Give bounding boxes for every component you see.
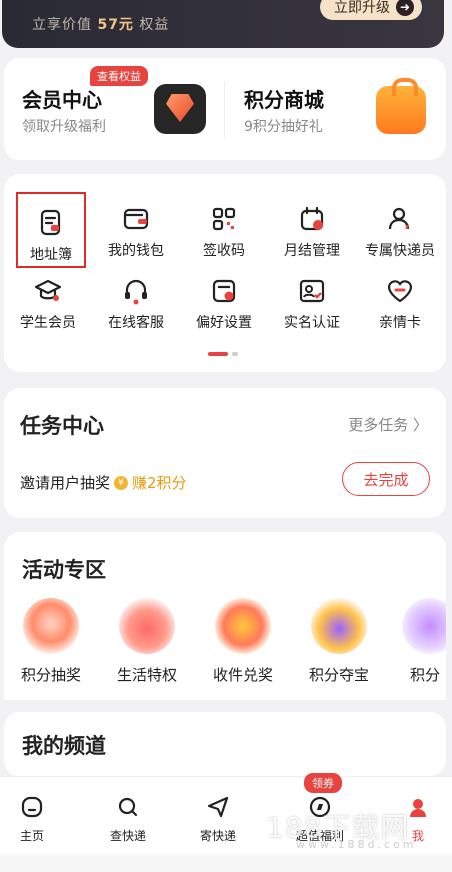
service-label: 实名认证 [284, 315, 340, 331]
treasure-chest-icon [311, 598, 367, 654]
task-item-label: 邀请用户抽奖 [20, 474, 111, 492]
tab-home[interactable]: 主页 [0, 795, 72, 844]
graduation-cap-icon [33, 276, 63, 306]
upgrade-button[interactable]: 立即升级 ➜ [320, 0, 422, 20]
tab-label: 查快递 [109, 829, 146, 843]
my-channel-card: 我的频道 [4, 712, 446, 776]
arrow-right-icon: ➜ [396, 0, 414, 16]
service-real-name-auth[interactable]: 实名认证 [268, 262, 356, 331]
tab-label: 主页 [19, 829, 44, 843]
home-icon [20, 795, 44, 819]
calendar-icon [297, 204, 327, 234]
chevron-right-icon: 〉 [412, 416, 428, 434]
member-center-entry[interactable]: 查看权益 会员中心 领取升级福利 [4, 58, 224, 160]
service-online-support[interactable]: 在线客服 [92, 262, 180, 331]
points-mall-desc: 9积分抽好礼 [244, 119, 323, 135]
coin-icon: ¥ [114, 475, 129, 490]
service-label: 在线客服 [108, 315, 164, 331]
diamond-icon [154, 84, 206, 134]
banner-subtitle: 立享价值 57元 权益 [32, 14, 169, 34]
more-tasks-link[interactable]: 更多任务 〉 [348, 414, 428, 435]
alarm-clock-icon [402, 598, 446, 654]
service-dedicated-courier[interactable]: 专属快递员 [356, 190, 444, 259]
service-label: 亲情卡 [379, 315, 421, 331]
member-points-card: 查看权益 会员中心 领取升级福利 积分商城 9积分抽好礼 [4, 58, 446, 160]
tab-label: 寄快递 [199, 829, 236, 843]
preference-icon [209, 276, 239, 306]
shopping-bag-icon [376, 78, 426, 134]
services-grid: 地址簿 我的钱包 签收码 月结管理 专属快递员 学生会员 在线客服 偏好设置 实… [4, 174, 446, 372]
service-label: 月结管理 [284, 243, 340, 259]
task-reward: 赚2积分 [132, 474, 187, 492]
points-mall-title: 积分商城 [244, 88, 324, 112]
activity-zone-title: 活动专区 [22, 558, 106, 582]
wallet-icon [121, 204, 151, 234]
service-monthly-billing[interactable]: 月结管理 [268, 190, 356, 259]
profile-icon [406, 795, 430, 819]
coupon-badge[interactable]: 领券 [304, 773, 342, 793]
task-center-title: 任务中心 [20, 414, 104, 438]
activity-points-more[interactable]: 积分 [390, 598, 446, 685]
activity-points-lottery[interactable]: 积分抽奖 [6, 598, 96, 685]
address-book-icon [36, 208, 66, 238]
service-family-card[interactable]: 亲情卡 [356, 262, 444, 331]
lottery-wheel-icon [23, 598, 79, 654]
service-preferences[interactable]: 偏好设置 [180, 262, 268, 331]
activity-life-privilege[interactable]: 生活特权 [102, 598, 192, 685]
gift-box-icon [119, 598, 175, 654]
member-upgrade-banner[interactable]: 立享价值 57元 权益 立即升级 ➜ [2, 0, 444, 48]
page-indicator [208, 352, 238, 356]
service-label: 专属快递员 [365, 243, 435, 259]
service-label: 学生会员 [20, 315, 76, 331]
service-label: 偏好设置 [196, 315, 252, 331]
upgrade-button-label: 立即升级 [334, 0, 390, 16]
task-center-card: 任务中心 更多任务 〉 邀请用户抽奖 ¥ 赚2积分 去完成 [4, 388, 446, 518]
activity-receive-reward[interactable]: 收件兑奖 [198, 598, 288, 685]
points-mall-entry[interactable]: 积分商城 9积分抽好礼 [226, 58, 446, 160]
watermark-url: www.188d.com [296, 838, 417, 851]
divider [224, 82, 225, 138]
service-label: 地址簿 [30, 247, 72, 263]
paper-plane-icon [206, 795, 230, 819]
id-card-icon [297, 276, 327, 306]
headset-icon [121, 276, 151, 306]
activity-points-treasure[interactable]: 积分夺宝 [294, 598, 384, 685]
banner-subtitle-value: 57元 [97, 17, 134, 33]
activity-label: 生活特权 [116, 666, 177, 684]
service-label: 我的钱包 [108, 243, 164, 259]
view-benefits-badge[interactable]: 查看权益 [90, 66, 148, 86]
activity-label: 收件兑奖 [212, 666, 273, 684]
tab-send-package[interactable]: 寄快递 [178, 795, 258, 844]
service-label: 签收码 [203, 243, 245, 259]
system-nav-bar [0, 854, 452, 872]
qr-code-icon [209, 204, 239, 234]
banner-subtitle-suffix: 权益 [139, 17, 170, 33]
member-center-title: 会员中心 [22, 88, 102, 112]
my-channel-title: 我的频道 [22, 734, 106, 758]
activity-label: 积分 [410, 666, 441, 684]
activity-label: 积分抽奖 [20, 666, 81, 684]
bee-gift-icon [215, 598, 271, 654]
heart-link-icon [385, 276, 415, 306]
service-wallet[interactable]: 我的钱包 [92, 190, 180, 259]
banner-subtitle-prefix: 立享价值 [32, 17, 92, 33]
service-address-book[interactable]: 地址簿 [16, 192, 86, 268]
courier-icon [385, 204, 415, 234]
tab-track-package[interactable]: 查快递 [88, 795, 168, 844]
more-tasks-label: 更多任务 [348, 416, 409, 434]
service-student-member[interactable]: 学生会员 [4, 262, 92, 331]
task-item: 邀请用户抽奖 ¥ 赚2积分 [20, 472, 187, 493]
member-center-desc: 领取升级福利 [22, 119, 106, 135]
complete-task-button[interactable]: 去完成 [342, 462, 430, 496]
activity-label: 积分夺宝 [308, 666, 369, 684]
activity-zone-card: 活动专区 积分抽奖 生活特权 收件兑奖 积分夺宝 积分 [4, 532, 446, 700]
search-icon [116, 795, 140, 819]
service-signature-code[interactable]: 签收码 [180, 190, 268, 259]
